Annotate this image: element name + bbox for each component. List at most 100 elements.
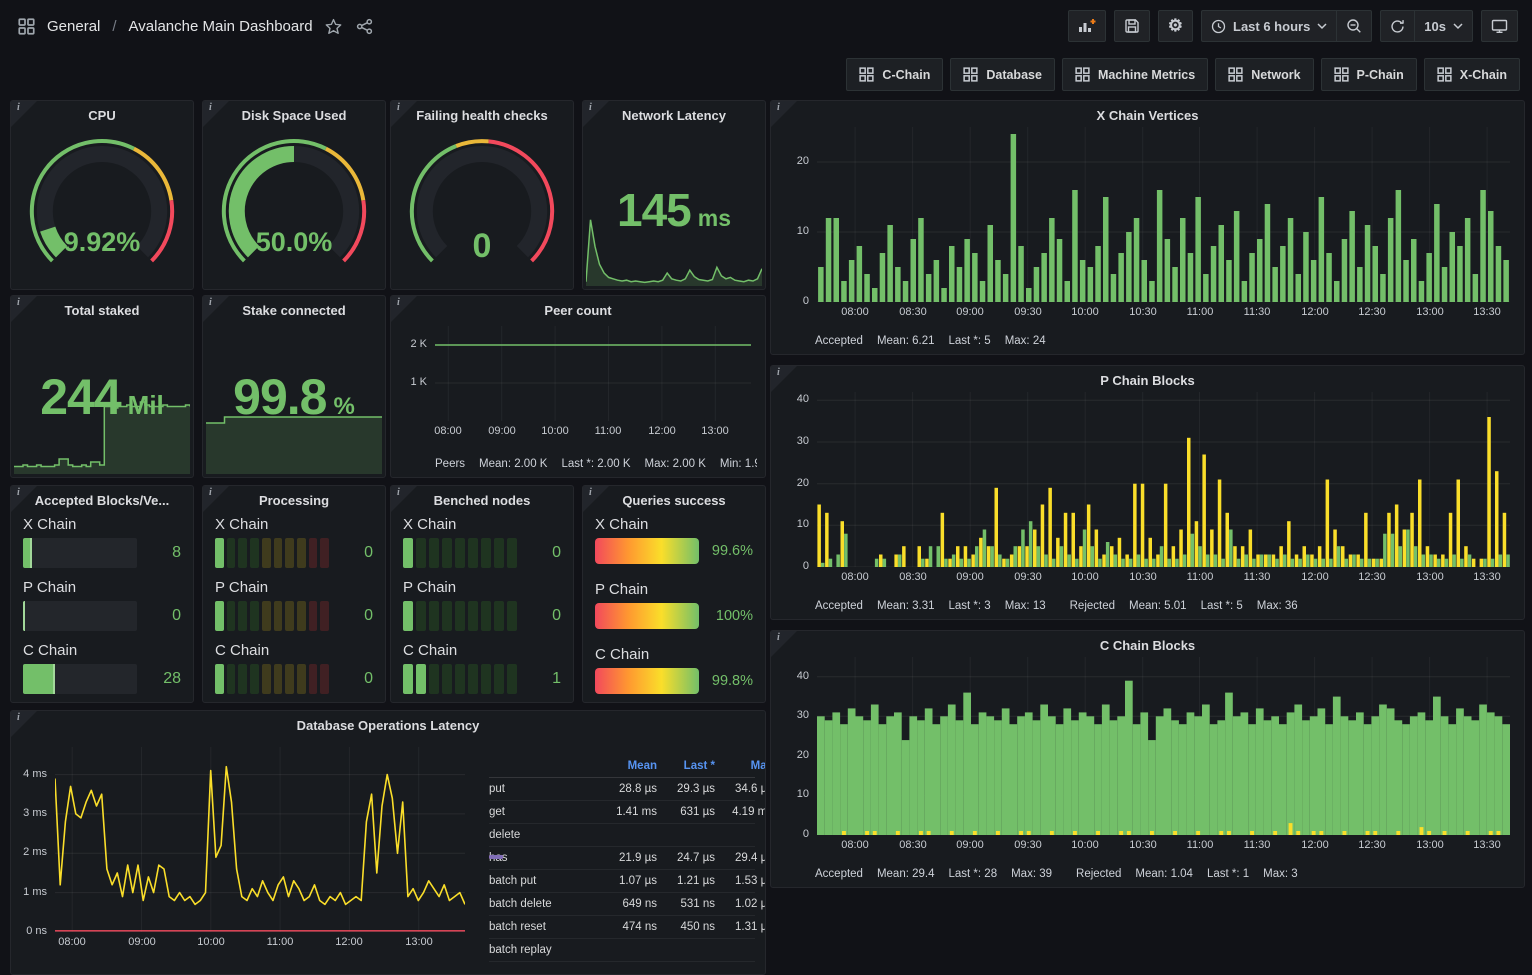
- share-icon[interactable]: [354, 16, 375, 37]
- chevron-down-icon: [1453, 23, 1463, 30]
- queries-success-bars: X Chain 99.6% P Chain 100% C Chain 99.8%: [595, 516, 753, 694]
- legend-stat: Max: 13: [1005, 600, 1046, 612]
- bargauge-row: P Chain 0: [23, 579, 181, 631]
- panel-info-icon[interactable]: i: [771, 101, 797, 127]
- lcd-value: 0: [527, 544, 561, 562]
- tv-icon: [1491, 18, 1508, 34]
- legend-stat: Mean: 5.01: [1129, 600, 1187, 612]
- submenu-link-database[interactable]: Database: [950, 58, 1055, 91]
- panel-info-icon[interactable]: i: [771, 366, 797, 392]
- p-chain-blocks-chart: 01020304008:0008:3009:0009:3010:0010:301…: [779, 392, 1514, 587]
- panel-info-icon[interactable]: i: [391, 486, 417, 512]
- bargauge-value: 0: [147, 607, 181, 625]
- submenu-link-x-chain[interactable]: X-Chain: [1424, 58, 1520, 91]
- star-button[interactable]: [323, 16, 344, 37]
- panel-info-icon[interactable]: i: [771, 631, 797, 657]
- panel-title[interactable]: Benched nodes: [391, 492, 573, 509]
- panel-info-icon[interactable]: i: [11, 101, 37, 127]
- legend-stat: Last *: 1: [1207, 868, 1249, 880]
- panel-info-icon[interactable]: i: [583, 101, 609, 127]
- save-icon: [1124, 18, 1140, 34]
- panel-info-icon[interactable]: i: [583, 486, 609, 512]
- add-panel-icon: [1078, 18, 1096, 34]
- refresh-interval-label: 10s: [1424, 19, 1446, 34]
- save-dashboard-button[interactable]: [1114, 10, 1150, 42]
- table-row: has 21.9 µs 24.7 µs 29.4 µs: [489, 847, 755, 870]
- submenu-link-p-chain[interactable]: P-Chain: [1321, 58, 1417, 91]
- legend-item[interactable]: Rejected Mean: 1.04Last *: 1Max: 3: [1076, 868, 1312, 880]
- panel-title[interactable]: Processing: [203, 492, 385, 509]
- panel-network-latency: i Network Latency 145ms: [582, 100, 766, 290]
- panel-benched-nodes: i Benched nodes X Chain 0 P Chain 0 C Ch…: [390, 485, 574, 703]
- legend-item[interactable]: Accepted Mean: 29.4Last *: 28Max: 39: [815, 868, 1066, 880]
- dashboard-settings-button[interactable]: ⚙: [1158, 10, 1193, 42]
- submenu-link-c-chain[interactable]: C-Chain: [846, 58, 943, 91]
- panel-failing-health-checks: i Failing health checks 0: [390, 100, 574, 290]
- panel-accepted-blocks: i Accepted Blocks/Ve... X Chain 8 P Chai…: [10, 485, 194, 703]
- panel-info-icon[interactable]: i: [203, 296, 229, 322]
- chevron-down-icon: [1317, 23, 1327, 30]
- panel-title[interactable]: Total staked: [11, 302, 193, 319]
- health-gauge: 0: [399, 127, 565, 283]
- panel-info-icon[interactable]: i: [11, 486, 37, 512]
- panel-title[interactable]: C Chain Blocks: [771, 637, 1524, 654]
- panel-title[interactable]: Queries success: [583, 492, 765, 509]
- dashboard-link-icon: [1334, 67, 1349, 82]
- breadcrumb-dashboard-title[interactable]: Avalanche Main Dashboard: [129, 18, 313, 35]
- processing-lcd-bars: X Chain 0 P Chain 0 C Chain 0: [215, 516, 373, 694]
- lcd-row: X Chain 0: [215, 516, 373, 568]
- panel-title[interactable]: Disk Space Used: [203, 107, 385, 124]
- panel-disk-space: i Disk Space Used 50.0%: [202, 100, 386, 290]
- table-row: put 28.8 µs 29.3 µs 34.6 µs: [489, 778, 755, 801]
- panel-title[interactable]: Stake connected: [203, 302, 385, 319]
- panel-info-icon[interactable]: i: [11, 296, 37, 322]
- peer-count-chart: 1 K2 K08:0009:0010:0011:0012:0013:00: [397, 326, 755, 441]
- panel-title[interactable]: Network Latency: [583, 107, 765, 124]
- c-chain-blocks-legend: Accepted Mean: 29.4Last *: 28Max: 39 Rej…: [815, 868, 1516, 880]
- legend-item[interactable]: Rejected Mean: 5.01Last *: 5Max: 36: [1070, 600, 1312, 612]
- panel-processing: i Processing X Chain 0 P Chain 0 C Chain…: [202, 485, 386, 703]
- table-row: batch delete 649 ns 531 ns 1.02 µs: [489, 893, 755, 916]
- breadcrumb-separator: /: [112, 18, 116, 35]
- legend-stat: Last *: 5: [949, 335, 991, 347]
- refresh-button[interactable]: [1380, 10, 1414, 42]
- panel-cpu: i CPU 9.92%: [10, 100, 194, 290]
- lcd-row: X Chain 0: [403, 516, 561, 568]
- submenu-link-network[interactable]: Network: [1215, 58, 1313, 91]
- x-chain-vertices-chart: 0102008:0008:3009:0009:3010:0010:3011:00…: [779, 127, 1514, 322]
- panel-title[interactable]: Accepted Blocks/Ve...: [11, 492, 193, 509]
- panel-info-icon[interactable]: i: [203, 486, 229, 512]
- legend-item[interactable]: Peers Mean: 2.00 KLast *: 2.00 KMax: 2.0…: [435, 458, 757, 470]
- panel-title[interactable]: Database Operations Latency: [11, 717, 765, 734]
- panel-title[interactable]: Failing health checks: [391, 107, 573, 124]
- submenu-link-machine-metrics[interactable]: Machine Metrics: [1062, 58, 1208, 91]
- kiosk-mode-button[interactable]: [1481, 10, 1518, 42]
- disk-gauge: 50.0%: [211, 127, 377, 283]
- time-range-picker[interactable]: Last 6 hours: [1201, 10, 1336, 42]
- legend-item[interactable]: Accepted Mean: 3.31Last *: 3Max: 13: [815, 600, 1060, 612]
- legend-stat: Max: 36: [1257, 600, 1298, 612]
- bargauge-row: C Chain 28: [23, 642, 181, 694]
- panel-info-icon[interactable]: i: [391, 101, 417, 127]
- db-latency-chart: 0 ns1 ms2 ms3 ms4 ms08:0009:0010:0011:00…: [17, 747, 469, 952]
- zoom-out-button[interactable]: [1336, 10, 1372, 42]
- panel-info-icon[interactable]: i: [11, 711, 37, 737]
- gradient-value: 99.8%: [709, 673, 753, 689]
- panel-info-icon[interactable]: i: [203, 101, 229, 127]
- legend-item[interactable]: Accepted Mean: 6.21Last *: 5Max: 24: [815, 335, 1060, 347]
- gradient-value: 100%: [709, 608, 753, 624]
- panel-info-icon[interactable]: i: [391, 296, 417, 322]
- panel-title[interactable]: P Chain Blocks: [771, 372, 1524, 389]
- panel-title[interactable]: CPU: [11, 107, 193, 124]
- breadcrumb-section[interactable]: General: [47, 18, 100, 35]
- table-row: batch reset 474 ns 450 ns 1.31 µs: [489, 916, 755, 939]
- x-chain-vertices-legend: Accepted Mean: 6.21Last *: 5Max: 24: [815, 335, 1516, 347]
- table-header: MeanLast *Max: [489, 755, 755, 778]
- gradient-row: P Chain 100%: [595, 581, 753, 629]
- refresh-interval-dropdown[interactable]: 10s: [1414, 10, 1473, 42]
- panel-title[interactable]: Peer count: [391, 302, 765, 319]
- lcd-row: C Chain 1: [403, 642, 561, 694]
- add-panel-button[interactable]: [1068, 10, 1106, 42]
- panel-title[interactable]: X Chain Vertices: [771, 107, 1524, 124]
- legend-stat: Min: 1.9: [720, 458, 757, 470]
